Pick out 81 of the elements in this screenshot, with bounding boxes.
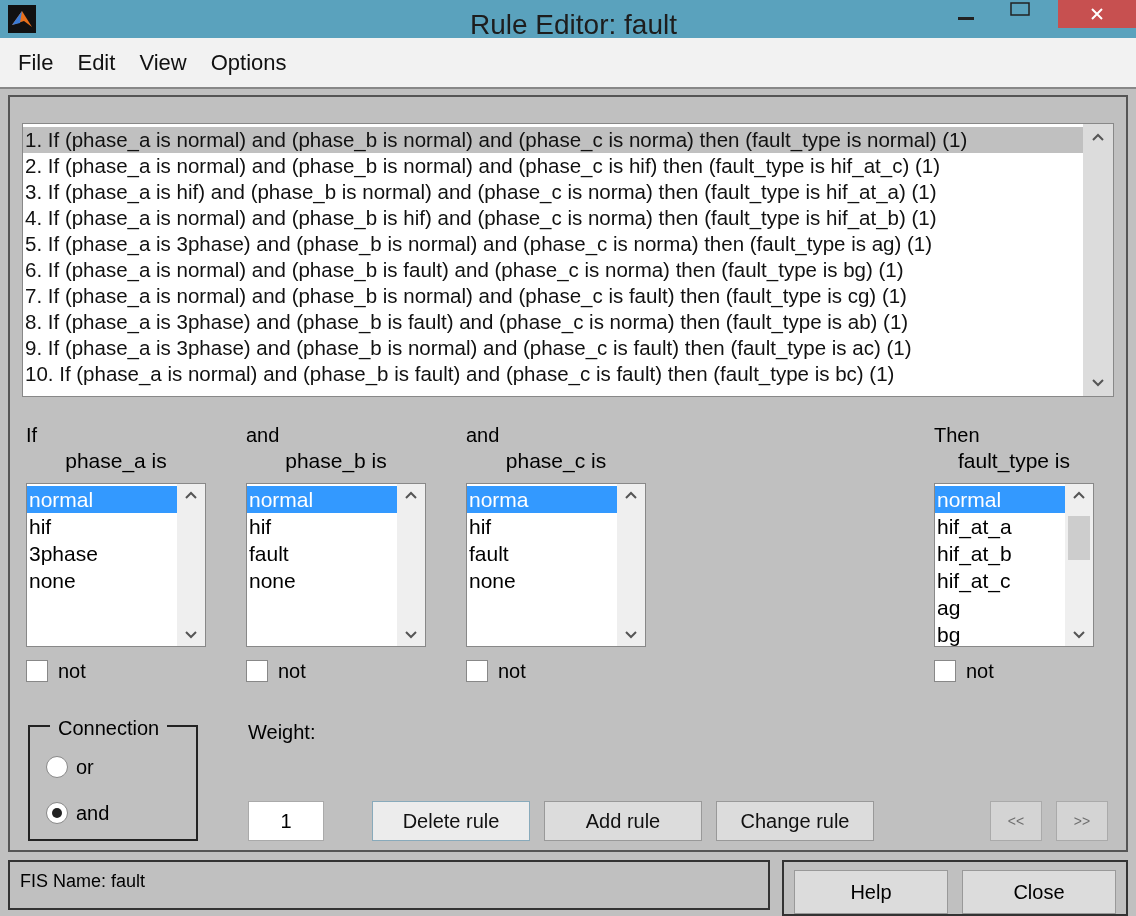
list-option[interactable]: bg <box>935 621 1065 646</box>
list-option[interactable]: none <box>467 567 617 594</box>
list-option[interactable]: ag <box>935 594 1065 621</box>
option-list[interactable]: normal hif 3phase none <box>26 483 206 647</box>
option-list[interactable]: norma hif fault none <box>466 483 646 647</box>
connector-label: Then <box>934 423 981 447</box>
list-option[interactable]: hif_at_b <box>935 540 1065 567</box>
radio-button[interactable] <box>46 756 68 778</box>
list-option[interactable]: hif <box>247 513 397 540</box>
scroll-down-icon[interactable] <box>1072 630 1086 640</box>
scroll-up-icon[interactable] <box>184 490 198 500</box>
not-label: not <box>278 659 306 683</box>
scroll-bar[interactable] <box>617 484 645 646</box>
list-option[interactable]: hif_at_c <box>935 567 1065 594</box>
menu-item[interactable]: Options <box>210 45 287 79</box>
scroll-down-icon[interactable] <box>1091 378 1105 388</box>
rule-row[interactable]: 8. If (phase_a is 3phase) and (phase_b is fault) and (phase_c is norma) then (fault_type is ab) (1) <box>23 309 1083 335</box>
rule-row[interactable]: 6. If (phase_a is normal) and (phase_b is fault) and (phase_c is norma) then (fault_type is bg) (1) <box>23 257 1083 283</box>
scroll-down-icon[interactable] <box>184 630 198 640</box>
not-checkbox[interactable] <box>26 660 48 682</box>
radio-label: and <box>76 801 110 826</box>
weight-field[interactable]: 1 <box>248 801 324 841</box>
connector-label: and <box>246 423 281 447</box>
menu-item[interactable]: File <box>18 45 54 79</box>
list-option[interactable]: fault <box>467 540 617 567</box>
maximize-icon[interactable] <box>1010 2 1030 16</box>
scroll-up-icon[interactable] <box>1091 132 1105 142</box>
rule-list[interactable] <box>22 123 1114 397</box>
variable-label: phase_c is <box>504 448 608 475</box>
rule-row[interactable]: 1. If (phase_a is normal) and (phase_b is normal) and (phase_c is norma) then (fault_type is normal) (1) <box>23 127 1083 153</box>
radio-button[interactable] <box>46 802 68 824</box>
connector-label: and <box>466 423 501 447</box>
action-button[interactable]: Change rule <box>716 801 874 841</box>
footer-button[interactable]: Close <box>962 870 1116 914</box>
list-option[interactable]: hif <box>27 513 177 540</box>
variable-label: phase_a is <box>64 448 168 475</box>
action-button[interactable]: Delete rule <box>372 801 530 841</box>
list-option[interactable]: hif <box>467 513 617 540</box>
window-title: Rule Editor: fault <box>470 8 677 42</box>
app-logo-icon <box>8 4 36 33</box>
rule-row[interactable]: 4. If (phase_a is normal) and (phase_b is hif) and (phase_c is norma) then (fault_type is hif_at_b) (1) <box>23 205 1083 231</box>
rule-row[interactable]: 7. If (phase_a is normal) and (phase_b is normal) and (phase_c is fault) then (fault_type is cg) (1) <box>23 283 1083 309</box>
scroll-down-icon[interactable] <box>404 630 418 640</box>
weight-label: Weight: <box>248 720 317 745</box>
list-option[interactable]: hif_at_a <box>935 513 1065 540</box>
variable-label: fault_type is <box>956 448 1072 475</box>
rule-row[interactable]: 3. If (phase_a is hif) and (phase_b is normal) and (phase_c is norma) then (fault_type is hif_at_a) (1) <box>23 179 1083 205</box>
rule-row[interactable]: 9. If (phase_a is 3phase) and (phase_b is normal) and (phase_c is fault) then (fault_type is ac) (1) <box>23 335 1083 361</box>
scroll-bar[interactable] <box>177 484 205 646</box>
close-button[interactable] <box>1058 0 1136 28</box>
scroll-up-icon[interactable] <box>624 490 638 500</box>
list-option[interactable]: none <box>247 567 397 594</box>
close-icon <box>1090 7 1104 21</box>
variable-label: phase_b is <box>284 448 388 475</box>
scroll-down-icon[interactable] <box>624 630 638 640</box>
menu-item[interactable]: Edit <box>77 45 116 79</box>
status-text: FIS Name: fault <box>20 871 146 891</box>
footer-button[interactable]: Help <box>794 870 948 914</box>
list-option[interactable]: 3phase <box>27 540 177 567</box>
connector-label: If <box>26 423 39 447</box>
not-label: not <box>58 659 86 683</box>
not-checkbox[interactable] <box>246 660 268 682</box>
list-option[interactable]: none <box>27 567 177 594</box>
rule-row[interactable]: 2. If (phase_a is normal) and (phase_b is normal) and (phase_c is hif) then (fault_type is hif_at_c) (1) <box>23 153 1083 179</box>
rule-row[interactable]: 10. If (phase_a is normal) and (phase_b is fault) and (phase_c is fault) then (fault_type is bc) (1) <box>23 361 1083 387</box>
scroll-bar[interactable] <box>397 484 425 646</box>
not-label: not <box>966 659 994 683</box>
scroll-up-icon[interactable] <box>404 490 418 500</box>
option-list[interactable]: normal hif fault none <box>246 483 426 647</box>
not-label: not <box>498 659 526 683</box>
radio-label: or <box>76 755 94 780</box>
option-list[interactable]: normal hif_at_a hif_at_b hif_at_c ag bg <box>934 483 1094 647</box>
menu-item[interactable]: View <box>139 45 187 79</box>
scroll-up-icon[interactable] <box>1072 490 1086 500</box>
rule-row[interactable]: 5. If (phase_a is 3phase) and (phase_b is normal) and (phase_c is norma) then (fault_type is ag) (1) <box>23 231 1083 257</box>
list-option[interactable]: fault <box>247 540 397 567</box>
not-checkbox[interactable] <box>466 660 488 682</box>
scroll-thumb[interactable] <box>1068 516 1090 560</box>
scroll-bar[interactable] <box>1065 484 1093 646</box>
not-checkbox[interactable] <box>934 660 956 682</box>
action-button[interactable]: Add rule <box>544 801 702 841</box>
